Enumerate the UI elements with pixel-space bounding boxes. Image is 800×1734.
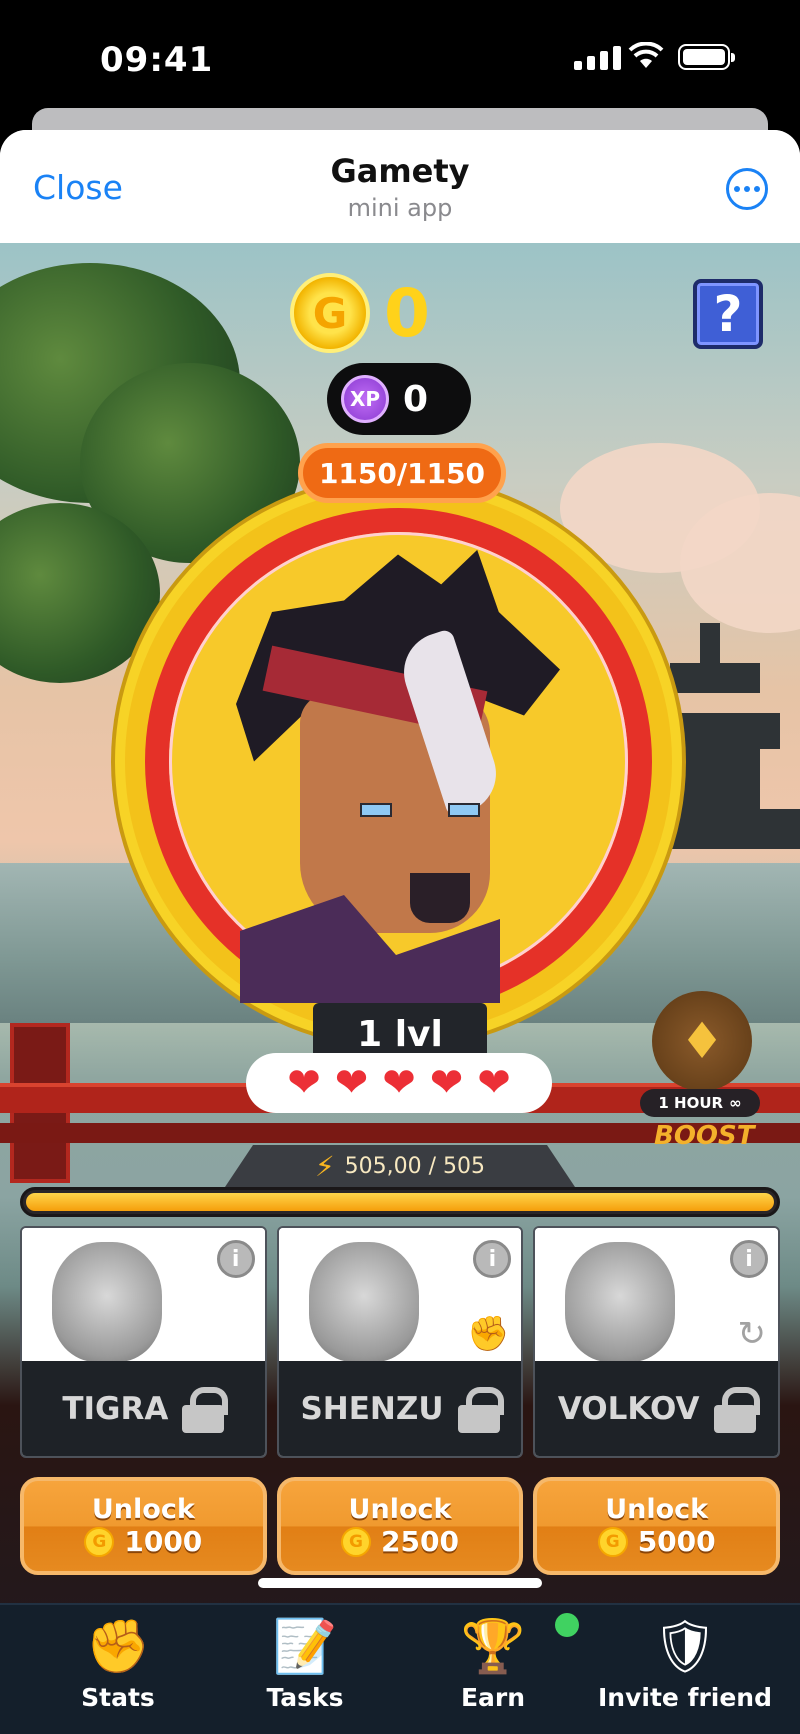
info-icon[interactable]: i <box>730 1240 769 1278</box>
app-subtitle: mini app <box>347 194 453 222</box>
coin-balance: G 0 <box>290 273 430 353</box>
clock: 09:41 <box>100 40 214 80</box>
lock-icon <box>713 1386 760 1433</box>
nav-label: Earn <box>460 1683 526 1712</box>
hp-counter: 1150/1150 <box>298 443 506 503</box>
info-icon[interactable]: i <box>216 1240 255 1278</box>
unlock-price: G 5000 <box>597 1525 716 1558</box>
character-cards: i TIGRA i ✊ SHENZU i ↻ VOLKOV <box>20 1226 781 1458</box>
bottom-nav: ✊ Stats 📝 Tasks 🏆 Earn 🛡 Invite friend <box>0 1603 800 1734</box>
energy-bar <box>20 1187 780 1217</box>
hero-eye <box>360 803 392 817</box>
mini-app-header: Close Gamety mini app <box>0 130 800 243</box>
lock-icon <box>457 1386 504 1433</box>
heart-icon: ❤ <box>287 1060 321 1106</box>
xp-value: 0 <box>403 378 429 420</box>
unlock-label: Unlock <box>605 1494 709 1525</box>
tigra-portrait <box>52 1242 162 1362</box>
lightning-icon: ⚡ <box>314 1149 335 1183</box>
treasure-chest-icon: ♦ <box>652 991 752 1091</box>
gold-coin-icon: G <box>290 273 370 353</box>
unlock-label: Unlock <box>91 1494 195 1525</box>
character-footer: SHENZU <box>278 1361 522 1456</box>
gold-coin-icon: G <box>597 1526 628 1557</box>
notification-dot <box>555 1613 579 1637</box>
character-card-volkov[interactable]: i ↻ VOLKOV <box>533 1226 781 1458</box>
boost-duration: 1 HOUR ∞ <box>640 1089 760 1117</box>
gold-coin-icon: G <box>84 1526 115 1557</box>
dot-icon <box>744 186 750 192</box>
hero-beard <box>410 873 470 923</box>
energy-refresh-icon: ↻ <box>737 1314 767 1354</box>
nav-item-tasks[interactable]: 📝 Tasks <box>215 1615 395 1712</box>
boost-duration-label: 1 HOUR <box>658 1094 724 1112</box>
app-root: 09:41 Close Gamety mini app G 0 ? XP 0 1… <box>0 0 800 1734</box>
wifi-icon <box>628 42 664 68</box>
lock-icon <box>182 1386 229 1433</box>
character-name: TIGRA <box>62 1390 169 1427</box>
home-indicator <box>258 1578 542 1588</box>
more-options-button[interactable] <box>726 168 768 210</box>
unlock-buttons: Unlock G 1000 Unlock G 2500 Unlock G 500… <box>20 1477 781 1575</box>
character-footer: VOLKOV <box>535 1361 779 1456</box>
heart-icon: ❤ <box>382 1060 416 1106</box>
heart-icon: ❤ <box>477 1060 511 1106</box>
price-value: 1000 <box>124 1525 203 1558</box>
boost-label: BOOST <box>654 1121 755 1151</box>
unlock-price: G 2500 <box>341 1525 459 1558</box>
app-title: Gamety <box>330 152 470 190</box>
coin-value: 0 <box>384 274 430 352</box>
energy-text: 505,00 / 505 <box>344 1153 486 1179</box>
price-value: 5000 <box>637 1525 716 1558</box>
character-name: SHENZU <box>300 1390 444 1427</box>
xp-icon: XP <box>341 375 389 423</box>
gold-coin-icon: G <box>341 1526 372 1557</box>
dot-icon <box>754 186 760 192</box>
status-bar: 09:41 <box>0 0 800 110</box>
energy-counter: ⚡ 505,00 / 505 <box>225 1145 575 1187</box>
fist-fire-icon: ✊ <box>85 1617 151 1677</box>
dot-icon <box>734 186 740 192</box>
character-card-tigra[interactable]: i TIGRA <box>20 1226 267 1458</box>
energy-bar-fill <box>26 1193 774 1211</box>
battery-icon <box>678 44 735 70</box>
lives-hearts: ❤ ❤ ❤ ❤ ❤ <box>246 1053 552 1113</box>
unlock-volkov-button[interactable]: Unlock G 5000 <box>533 1477 781 1575</box>
unlock-label: Unlock <box>348 1494 452 1525</box>
volkov-portrait <box>565 1242 676 1362</box>
unlock-shenzu-button[interactable]: Unlock G 2500 <box>276 1477 524 1575</box>
infinity-icon: ∞ <box>729 1094 742 1112</box>
fist-icon: ✊ <box>467 1314 510 1354</box>
unlock-price: G 1000 <box>84 1525 202 1558</box>
nav-item-stats[interactable]: ✊ Stats <box>28 1615 208 1712</box>
unlock-tigra-button[interactable]: Unlock G 1000 <box>20 1477 267 1575</box>
character-name: VOLKOV <box>557 1390 700 1427</box>
shield-plus-icon: 🛡 <box>651 1617 718 1677</box>
character-footer: TIGRA <box>22 1361 265 1456</box>
nav-label: Stats <box>81 1683 155 1712</box>
signal-icon <box>574 44 621 70</box>
price-value: 2500 <box>381 1525 459 1558</box>
xp-balance: XP 0 <box>327 363 471 435</box>
heart-icon: ❤ <box>429 1060 464 1106</box>
hero-eye <box>448 803 480 817</box>
notepad-icon: 📝 <box>272 1617 338 1677</box>
boost-button[interactable]: ♦ 1 HOUR ∞ BOOST <box>640 971 760 1171</box>
heart-icon: ❤ <box>334 1060 369 1106</box>
nav-item-invite-friend[interactable]: 🛡 Invite friend <box>590 1615 780 1712</box>
mini-app-sheet: Close Gamety mini app G 0 ? XP 0 1150/11… <box>0 130 800 1734</box>
shenzu-portrait <box>308 1242 419 1362</box>
game-screen: G 0 ? XP 0 1150/1150 1 lvl ❤ ❤ ❤ ❤ ❤ ♦ 1… <box>0 243 800 1734</box>
character-card-shenzu[interactable]: i ✊ SHENZU <box>276 1226 524 1458</box>
nav-label: Tasks <box>266 1683 344 1712</box>
nav-label: Invite friend <box>598 1683 772 1712</box>
help-button[interactable]: ? <box>693 279 763 349</box>
